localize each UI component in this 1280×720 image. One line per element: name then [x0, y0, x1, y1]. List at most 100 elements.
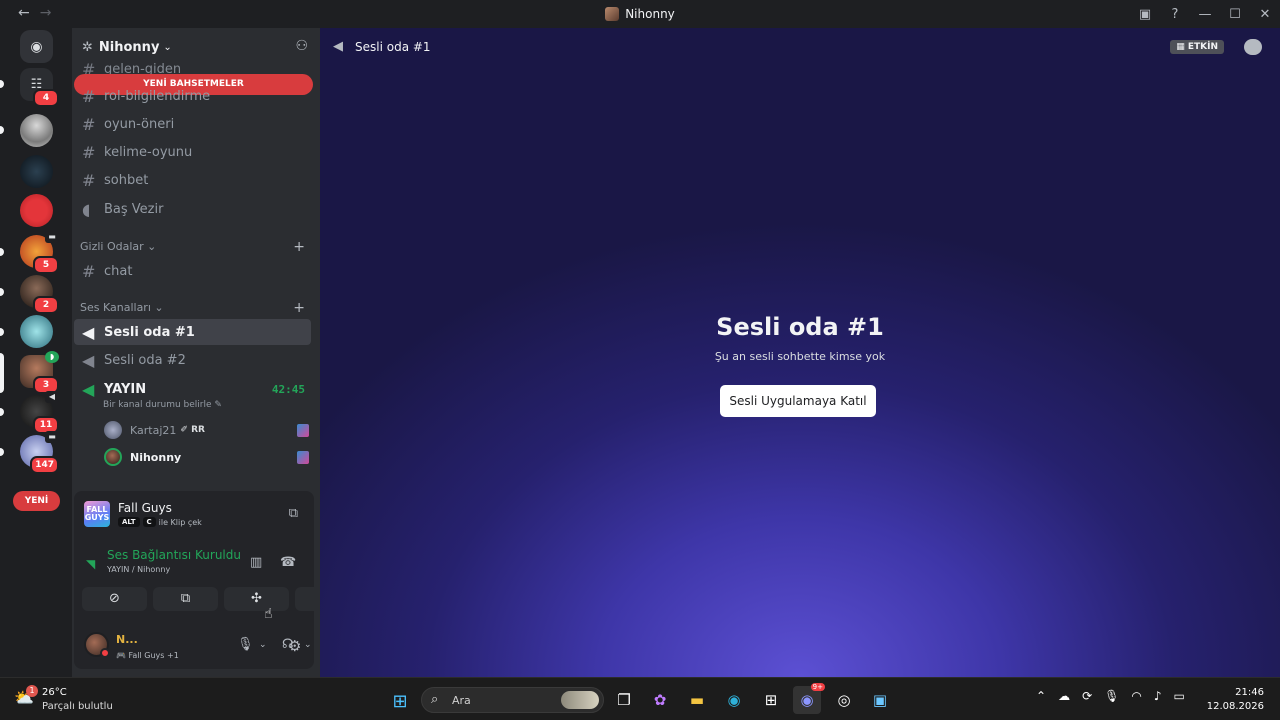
onedrive-icon[interactable]: ☁	[1058, 689, 1070, 711]
windows-taskbar: ⛅ 1 26°C Parçalı bulutlu ⊞ ⌕ Ara ❐ ✿ ▬ ◉…	[0, 677, 1280, 720]
new-unreads-pill[interactable]: YENİ	[13, 491, 60, 511]
search-placeholder: Ara	[452, 694, 471, 707]
server-icon-3[interactable]	[20, 155, 53, 188]
taskbar-search[interactable]: ⌕ Ara	[421, 687, 604, 713]
channel-label: oyun-öneri	[104, 116, 175, 132]
server-icon-4[interactable]	[20, 194, 53, 227]
channel-kelime-oyunu[interactable]: # kelime-oyunu	[74, 139, 311, 165]
user-settings-icon[interactable]: ⚙	[288, 637, 301, 655]
camera-off-button[interactable]: ⊘	[82, 587, 147, 611]
unread-pill	[0, 248, 4, 256]
server-icon-8[interactable]: ◗ 3	[20, 351, 59, 394]
activities-button[interactable]: ✣	[224, 587, 289, 611]
edge-browser-icon[interactable]: ◉	[720, 686, 748, 714]
unread-pill	[0, 288, 4, 296]
task-view-icon[interactable]: ❐	[610, 686, 638, 714]
channel-sohbet[interactable]: # sohbet	[74, 167, 311, 193]
server-icon-5[interactable]: ▬ 5	[20, 231, 59, 274]
chevron-down-icon: ⌄	[163, 41, 172, 53]
category-ses-kanallari[interactable]: Ses Kanalları ⌄ +	[80, 300, 305, 316]
inbox-icon[interactable]: ▣	[1130, 0, 1160, 28]
pencil-icon: ✎	[214, 400, 222, 410]
game-activity-icon	[297, 423, 309, 437]
channel-label: Sesli oda #2	[104, 352, 186, 368]
discord-logo-icon: ◉	[20, 30, 53, 63]
back-arrow-icon[interactable]: ←	[18, 5, 30, 21]
channel-label: chat	[104, 263, 133, 279]
channel-chat[interactable]: # chat	[74, 258, 311, 284]
stream-game-icon[interactable]: ⧉	[289, 506, 298, 521]
battery-icon[interactable]: ▭	[1174, 689, 1185, 711]
voice-status-sub[interactable]: YAYIN / Nihonny	[107, 565, 170, 574]
discord-taskbar-icon[interactable]: ◉ 9+	[793, 683, 825, 714]
channel-sesli-oda-2[interactable]: ◀ Sesli oda #2	[74, 347, 311, 373]
key-alt: ALT	[118, 517, 140, 527]
server-icon-9[interactable]: ◀ 11	[20, 391, 59, 434]
chevron-down-icon[interactable]: ⌄	[259, 640, 267, 650]
maximize-button[interactable]: ☐	[1220, 0, 1250, 28]
channel-yayin[interactable]: ◀ YAYIN 42:45	[74, 376, 311, 402]
search-icon: ⌕	[431, 692, 439, 707]
category-gizli-odalar[interactable]: Gizli Odalar ⌄ +	[80, 239, 305, 255]
screen-share-button[interactable]: ⧉	[153, 587, 218, 611]
chevron-down-icon[interactable]: ⌄	[304, 640, 312, 650]
volume-icon[interactable]: ♪	[1154, 689, 1162, 711]
microsoft-store-icon[interactable]: ⊞	[757, 686, 785, 714]
channel-rol-bilgilendirme[interactable]: # rol-bilgilendirme	[74, 83, 311, 109]
channel-oyun-oneri[interactable]: # oyun-öneri	[74, 111, 311, 137]
server-icon-10[interactable]: ▬ 147	[20, 431, 59, 474]
file-explorer-icon[interactable]: ▬	[683, 686, 711, 714]
clock[interactable]: 21:46 12.08.2026	[1207, 686, 1264, 714]
disconnect-icon[interactable]: ☎	[280, 555, 296, 570]
server-icon-1[interactable]: ☷ 4	[20, 68, 59, 107]
weather-widget[interactable]: ⛅ 1 26°C Parçalı bulutlu	[14, 685, 134, 715]
user-name[interactable]: N...	[116, 633, 138, 646]
channel-label: kelime-oyunu	[104, 144, 193, 160]
server-icon-7[interactable]	[20, 315, 53, 348]
noise-suppression-icon[interactable]: ▥	[250, 555, 262, 570]
voice-connection: ◥ Ses Bağlantısı Kuruldu YAYIN / Nihonny…	[74, 543, 314, 583]
minimize-button[interactable]: —	[1190, 0, 1220, 28]
text-channel-icon: ▬	[45, 231, 59, 243]
voice-member[interactable]: Kartaj21 ✐ RR	[104, 419, 309, 441]
join-voice-button[interactable]: Sesli Uygulamaya Katıl	[720, 385, 876, 417]
wifi-icon[interactable]: ◠	[1131, 689, 1141, 711]
search-highlight-image	[561, 691, 599, 709]
category-label: Gizli Odalar	[80, 240, 144, 253]
discord-home-button[interactable]: ◉	[20, 30, 53, 63]
microphone-icon[interactable]: 🎙	[237, 637, 254, 652]
avatar	[104, 448, 122, 466]
chevron-up-icon[interactable]: ⌃	[1036, 689, 1046, 711]
obs-icon[interactable]: ◎	[830, 686, 858, 714]
voice-actions: ⊘ ⧉ ✣ ♪	[74, 587, 359, 613]
speaker-icon: ◀	[45, 391, 59, 403]
microphone-tray-icon[interactable]: 🎙	[1104, 689, 1119, 711]
sync-icon[interactable]: ⟳	[1082, 689, 1092, 711]
add-channel-icon[interactable]: +	[293, 300, 305, 316]
forward-arrow-icon[interactable]: →	[40, 5, 52, 21]
close-button[interactable]: ✕	[1250, 0, 1280, 28]
voice-member[interactable]: Nihonny	[104, 446, 309, 468]
help-icon[interactable]: ?	[1160, 0, 1190, 28]
voice-status-title[interactable]: Ses Bağlantısı Kuruldu	[107, 548, 241, 562]
windows-start-icon[interactable]: ⊞	[386, 687, 414, 715]
add-channel-icon[interactable]: +	[293, 239, 305, 255]
gamepad-icon: 🎮	[116, 651, 126, 660]
chat-bubble-icon[interactable]	[1244, 39, 1262, 55]
speaker-icon: ◀	[82, 379, 95, 399]
unread-pill	[0, 448, 4, 456]
events-button[interactable]: ▦ ETKİN	[1170, 40, 1224, 54]
empty-state-subtitle: Şu an sesli sohbette kimse yok	[714, 350, 886, 363]
server-avatar	[20, 155, 53, 188]
server-icon-2[interactable]	[20, 114, 53, 147]
copilot-icon[interactable]: ✿	[646, 686, 674, 714]
channel-bas-vezir[interactable]: ◖ Baş Vezir	[74, 196, 311, 222]
channel-status[interactable]: Bir kanal durumu belirle ✎	[103, 400, 222, 410]
fall-guys-taskbar-icon[interactable]: ▣	[866, 686, 894, 714]
chevron-down-icon: ⌄	[154, 301, 164, 314]
server-icon-6[interactable]: 2	[20, 275, 59, 314]
invite-people-icon[interactable]: ⚇	[295, 38, 308, 54]
channel-sesli-oda-1[interactable]: ◀ Sesli oda #1	[74, 319, 311, 345]
user-avatar[interactable]	[84, 632, 110, 658]
mouse-cursor-icon: ☝	[264, 606, 273, 622]
